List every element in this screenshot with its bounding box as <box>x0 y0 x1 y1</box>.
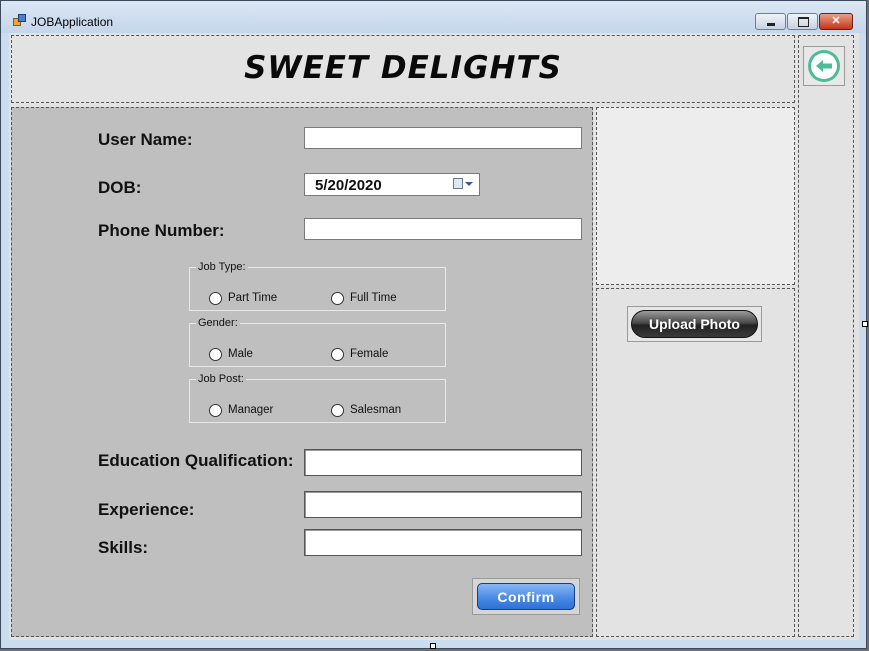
app-window: JOBApplication ✕ SWEET DELIGHTS User Nam… <box>0 0 868 649</box>
radio-circle-icon <box>331 348 344 361</box>
skills-input[interactable] <box>304 529 582 556</box>
radio-label: Full Time <box>350 292 397 304</box>
job-type-title: Job Type: <box>196 261 248 273</box>
experience-input[interactable] <box>304 491 582 518</box>
resize-handle-bottom[interactable] <box>430 643 436 649</box>
confirm-button[interactable]: Confirm <box>472 578 580 615</box>
window-title: JOBApplication <box>31 15 114 29</box>
app-icon <box>13 14 26 26</box>
maximize-button[interactable] <box>787 13 818 30</box>
minimize-button[interactable] <box>755 13 786 30</box>
minimize-icon <box>767 23 775 26</box>
client-area: SWEET DELIGHTS User Name: DOB: 5/20/2020 <box>9 33 859 640</box>
title-bar[interactable]: JOBApplication ✕ <box>1 1 866 33</box>
confirm-button-face[interactable]: Confirm <box>477 583 575 610</box>
skills-label: Skills: <box>98 538 149 557</box>
job-type-group: Job Type: Part Time Full Time <box>189 261 446 311</box>
radio-circle-icon <box>209 348 222 361</box>
upload-photo-button-face[interactable]: Upload Photo <box>631 310 758 338</box>
radio-circle-icon <box>331 404 344 417</box>
education-label: Education Qualification: <box>98 451 294 470</box>
radio-label: Manager <box>228 404 274 416</box>
radio-circle-icon <box>331 292 344 305</box>
chevron-down-icon[interactable] <box>465 182 473 186</box>
brand-title: SWEET DELIGHTS <box>244 50 562 86</box>
back-button[interactable] <box>803 46 845 86</box>
close-button[interactable]: ✕ <box>819 13 853 30</box>
resize-handle-right[interactable] <box>862 321 868 327</box>
phone-input[interactable] <box>304 218 582 240</box>
dob-value: 5/20/2020 <box>315 177 382 194</box>
confirm-label: Confirm <box>497 589 555 605</box>
maximize-icon <box>798 17 809 27</box>
upload-photo-button[interactable]: Upload Photo <box>627 306 762 342</box>
header-panel: SWEET DELIGHTS <box>11 35 795 103</box>
experience-label: Experience: <box>98 500 195 519</box>
photo-preview <box>596 107 795 285</box>
username-label: User Name: <box>98 130 193 149</box>
upload-photo-label: Upload Photo <box>649 316 740 332</box>
navigation-panel <box>798 35 854 637</box>
radio-label: Part Time <box>228 292 278 304</box>
gender-group: Gender: Male Female <box>189 317 446 367</box>
radio-circle-icon <box>209 404 222 417</box>
radio-label: Salesman <box>350 404 402 416</box>
dob-date-picker[interactable]: 5/20/2020 <box>304 173 480 196</box>
calendar-icon[interactable] <box>453 178 463 189</box>
education-input[interactable] <box>304 449 582 476</box>
phone-label: Phone Number: <box>98 221 225 240</box>
radio-label: Male <box>228 348 253 360</box>
radio-label: Female <box>350 348 389 360</box>
job-post-title: Job Post: <box>196 373 246 385</box>
job-post-group: Job Post: Manager Salesman <box>189 373 446 423</box>
application-form-panel: User Name: DOB: 5/20/2020 Phone Number: … <box>11 107 593 637</box>
dob-label: DOB: <box>98 178 142 197</box>
upload-panel: Upload Photo <box>596 288 795 637</box>
username-input[interactable] <box>304 127 582 149</box>
close-icon: ✕ <box>831 15 841 27</box>
arrow-left-icon <box>808 50 840 82</box>
gender-title: Gender: <box>196 317 240 329</box>
radio-circle-icon <box>209 292 222 305</box>
